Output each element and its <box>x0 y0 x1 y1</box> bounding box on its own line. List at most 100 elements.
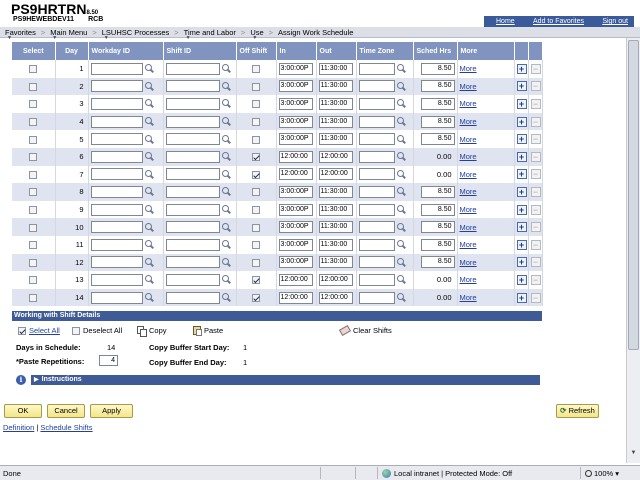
shift-id-input[interactable] <box>165 168 220 181</box>
add-row-icon[interactable]: + <box>516 98 527 109</box>
add-row-icon[interactable]: + <box>516 63 527 74</box>
delete-row-icon[interactable]: − <box>530 274 541 285</box>
select-all-action[interactable]: Select All <box>18 326 60 335</box>
lookup-icon[interactable] <box>144 169 154 179</box>
workday-id-input[interactable] <box>90 291 143 304</box>
definition-link[interactable]: Definition <box>3 423 34 432</box>
in-time-input[interactable]: 12:00:00 <box>278 291 313 304</box>
out-time-input[interactable]: 12:00:00 <box>318 168 353 181</box>
workday-id-input[interactable] <box>90 238 143 251</box>
workday-id-input[interactable] <box>90 133 143 146</box>
sched-hrs-input[interactable]: 8.50 <box>420 97 455 110</box>
row-select-checkbox[interactable] <box>29 170 38 179</box>
copy-label[interactable]: Copy <box>149 326 167 335</box>
delete-row-icon[interactable]: − <box>530 257 541 268</box>
shift-id-input[interactable] <box>165 133 220 146</box>
workday-id-input[interactable] <box>90 203 143 216</box>
row-select-checkbox[interactable] <box>29 82 38 91</box>
lookup-icon[interactable] <box>144 134 154 144</box>
time-zone-input[interactable] <box>358 115 395 128</box>
out-time-input[interactable]: 11:30:00 <box>318 80 353 93</box>
shift-id-input[interactable] <box>165 256 220 269</box>
delete-row-icon[interactable]: − <box>530 134 541 145</box>
add-to-favorites-link[interactable]: Add to Favorites <box>533 18 584 25</box>
time-zone-input[interactable] <box>358 203 395 216</box>
row-select-checkbox[interactable] <box>29 258 38 267</box>
lookup-icon[interactable] <box>221 134 231 144</box>
time-zone-input[interactable] <box>358 221 395 234</box>
sched-hrs-input[interactable]: 8.50 <box>420 80 455 93</box>
time-zone-input[interactable] <box>358 150 395 163</box>
delete-row-icon[interactable]: − <box>530 222 541 233</box>
row-select-checkbox[interactable] <box>29 206 38 215</box>
workday-id-input[interactable] <box>90 115 143 128</box>
shift-id-input[interactable] <box>165 203 220 216</box>
in-time-input[interactable]: 12:00:00 <box>278 273 313 286</box>
sched-hrs-input[interactable]: 8.50 <box>420 256 455 269</box>
shift-id-input[interactable] <box>165 150 220 163</box>
add-row-icon[interactable]: + <box>516 239 527 250</box>
time-zone-input[interactable] <box>358 273 395 286</box>
add-row-icon[interactable]: + <box>516 186 527 197</box>
out-time-input[interactable]: 11:30:00 <box>318 238 353 251</box>
out-time-input[interactable]: 11:30:00 <box>318 256 353 269</box>
paste-repetitions-input[interactable]: 4 <box>99 355 118 366</box>
workday-id-input[interactable] <box>90 273 143 286</box>
lookup-icon[interactable] <box>144 275 154 284</box>
shift-id-input[interactable] <box>165 221 220 234</box>
nav-time-and-labor[interactable]: Time and Labor ▼ <box>179 28 241 41</box>
in-time-input[interactable]: 3:00:00P <box>278 133 313 146</box>
vertical-scrollbar[interactable]: ▼ <box>626 38 640 463</box>
workday-id-input[interactable] <box>90 62 143 75</box>
refresh-button[interactable]: ⟳ Refresh <box>556 404 599 418</box>
off-shift-checkbox[interactable] <box>252 82 260 91</box>
in-time-input[interactable]: 3:00:00P <box>278 115 313 128</box>
delete-row-icon[interactable]: − <box>530 116 541 127</box>
clear-shifts-label[interactable]: Clear Shifts <box>353 326 392 335</box>
out-time-input[interactable]: 12:00:00 <box>318 273 353 286</box>
lookup-icon[interactable] <box>221 257 231 267</box>
lookup-icon[interactable] <box>396 222 406 232</box>
shift-id-input[interactable] <box>165 291 220 304</box>
in-time-input[interactable]: 12:00:00 <box>278 168 313 181</box>
lookup-icon[interactable] <box>221 240 231 249</box>
more-link[interactable]: More <box>460 135 477 144</box>
in-time-input[interactable]: 3:00:00P <box>278 185 313 198</box>
lookup-icon[interactable] <box>144 81 154 91</box>
clear-shifts-action[interactable]: Clear Shifts <box>338 324 392 337</box>
row-select-checkbox[interactable] <box>29 118 38 127</box>
add-row-icon[interactable]: + <box>516 204 527 215</box>
time-zone-input[interactable] <box>358 133 395 146</box>
paste-label[interactable]: Paste <box>204 326 223 335</box>
lookup-icon[interactable] <box>396 205 406 214</box>
nav-lsuhsc-processes[interactable]: LSUHSC Processes ▼ <box>97 28 175 41</box>
lookup-icon[interactable] <box>396 187 406 196</box>
time-zone-input[interactable] <box>358 291 395 304</box>
time-zone-input[interactable] <box>358 97 395 110</box>
off-shift-checkbox[interactable] <box>252 65 260 74</box>
copy-action[interactable]: Copy <box>137 326 167 337</box>
out-time-input[interactable]: 11:30:00 <box>318 185 353 198</box>
add-row-icon[interactable]: + <box>516 116 527 127</box>
more-link[interactable]: More <box>460 240 477 249</box>
out-time-input[interactable]: 11:30:00 <box>318 221 353 234</box>
add-row-icon[interactable]: + <box>516 169 527 180</box>
lookup-icon[interactable] <box>221 187 231 196</box>
in-time-input[interactable]: 3:00:00P <box>278 238 313 251</box>
lookup-icon[interactable] <box>144 205 154 214</box>
lookup-icon[interactable] <box>221 169 231 179</box>
add-row-icon[interactable]: + <box>516 222 527 233</box>
lookup-icon[interactable] <box>396 152 406 161</box>
more-link[interactable]: More <box>460 258 477 267</box>
delete-row-icon[interactable]: − <box>530 204 541 215</box>
more-link[interactable]: More <box>460 223 477 232</box>
home-link[interactable]: Home <box>496 18 515 25</box>
row-select-checkbox[interactable] <box>29 188 38 197</box>
off-shift-checkbox[interactable] <box>252 206 260 215</box>
delete-row-icon[interactable]: − <box>530 63 541 74</box>
sched-hrs-input[interactable]: 8.50 <box>420 238 455 251</box>
workday-id-input[interactable] <box>90 185 143 198</box>
scroll-down-icon[interactable]: ▼ <box>629 450 638 459</box>
shift-id-input[interactable] <box>165 185 220 198</box>
sched-hrs-input[interactable]: 8.50 <box>420 185 455 198</box>
